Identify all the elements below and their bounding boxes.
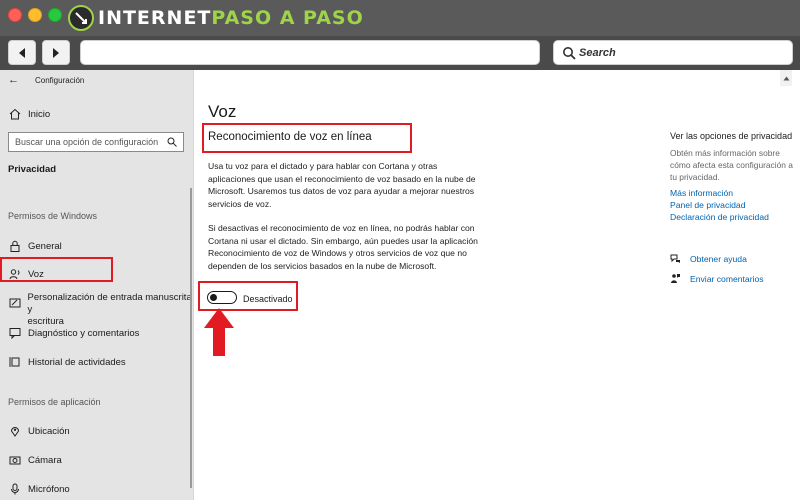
logo-text-pasoapaso: PASO A PASO	[211, 7, 364, 29]
lock-icon	[8, 239, 22, 253]
privacy-options-text: Obtén más información sobre cómo afecta …	[670, 148, 793, 182]
home-icon	[8, 107, 22, 121]
link-more-info[interactable]: Más información	[670, 188, 733, 198]
back-arrow-icon[interactable]: ←	[8, 74, 19, 86]
close-window-button[interactable]	[8, 8, 22, 22]
voz-highlight-box	[0, 257, 113, 282]
sidebar-item-general[interactable]: General	[8, 239, 62, 253]
sidebar-item-microphone[interactable]: Micrófono	[8, 482, 70, 496]
microphone-icon	[8, 482, 22, 496]
privacy-options-title: Ver las opciones de privacidad	[670, 131, 793, 141]
sidebar-category-title: Privacidad	[8, 164, 57, 175]
description-paragraph-2: Si desactivas el reconocimiento de voz e…	[208, 223, 478, 271]
browser-search-field[interactable]: Search	[553, 40, 793, 65]
sidebar-item-camera[interactable]: Cámara	[8, 453, 62, 467]
sidebar-item-label: Diagnóstico y comentarios	[28, 327, 140, 339]
red-arrow-up-icon	[204, 308, 234, 356]
logo-text-internet: INTERNET	[98, 7, 212, 29]
settings-search-placeholder: Buscar una opción de configuración	[15, 137, 159, 147]
app-title: Configuración	[35, 75, 85, 85]
scroll-up-button[interactable]	[780, 70, 792, 86]
timeline-icon	[8, 355, 22, 369]
sidebar-item-label: Inicio	[28, 108, 51, 120]
sidebar-item-inking[interactable]: Personalización de entrada manuscrita y …	[8, 292, 193, 328]
get-help-link[interactable]: Obtener ayuda	[670, 253, 747, 264]
description-paragraph-1: Usa tu voz para el dictado y para hablar…	[208, 161, 476, 209]
toggle-state-label: Desactivado	[243, 294, 293, 304]
minimize-window-button[interactable]	[28, 8, 42, 22]
site-logo: INTERNET PASO A PASO	[68, 5, 364, 31]
send-feedback-link[interactable]: Enviar comentarios	[670, 273, 764, 284]
feedback-icon	[8, 326, 22, 340]
back-button[interactable]	[8, 40, 36, 65]
sidebar-section-app: Permisos de aplicación	[8, 397, 101, 407]
sidebar-item-label: Cámara	[28, 454, 62, 466]
address-bar[interactable]	[80, 40, 540, 65]
sidebar-item-activity-history[interactable]: Historial de actividades	[8, 355, 126, 369]
sidebar-item-label: Ubicación	[28, 425, 70, 437]
toggle-knob	[210, 294, 217, 301]
browser-search-placeholder: Search	[579, 46, 616, 59]
search-icon	[167, 137, 177, 147]
settings-content: Voz Reconocimiento de voz en línea Usa t…	[194, 70, 800, 500]
sidebar-item-diagnostics[interactable]: Diagnóstico y comentarios	[8, 326, 139, 340]
camera-icon	[8, 453, 22, 467]
sidebar-item-home[interactable]: Inicio	[8, 107, 50, 121]
location-icon	[8, 424, 22, 438]
sidebar-scrollbar[interactable]	[190, 188, 192, 488]
logo-mark-icon	[68, 5, 94, 31]
settings-header: ← Configuración	[8, 74, 84, 86]
settings-window: ← Configuración Inicio Buscar una opción…	[0, 70, 800, 500]
link-privacy-dashboard[interactable]: Panel de privacidad	[670, 200, 746, 210]
feedback-person-icon	[671, 274, 680, 283]
sidebar-item-label: Personalización de entrada manuscrita y	[27, 292, 192, 315]
sidebar-item-label: Historial de actividades	[28, 356, 126, 368]
settings-sidebar: ← Configuración Inicio Buscar una opción…	[0, 70, 194, 500]
sidebar-item-label: Micrófono	[28, 483, 70, 495]
help-icon	[670, 254, 680, 263]
sidebar-item-label: General	[28, 240, 62, 252]
page-title: Voz	[208, 102, 237, 121]
search-icon	[563, 46, 576, 60]
chevron-up-icon	[783, 76, 789, 80]
get-help-label: Obtener ayuda	[690, 253, 747, 264]
pen-icon	[8, 296, 22, 310]
sidebar-section-windows: Permisos de Windows	[8, 211, 98, 221]
maximize-window-button[interactable]	[48, 8, 62, 22]
forward-button[interactable]	[42, 40, 70, 65]
forward-arrow-icon	[53, 47, 59, 58]
sidebar-item-location[interactable]: Ubicación	[8, 424, 70, 438]
browser-titlebar: INTERNET PASO A PASO	[0, 0, 800, 36]
browser-toolbar: Search	[0, 36, 800, 70]
link-privacy-statement[interactable]: Declaración de privacidad	[670, 212, 769, 222]
send-feedback-label: Enviar comentarios	[690, 273, 764, 284]
back-arrow-icon	[19, 47, 25, 58]
section-subtitle: Reconocimiento de voz en línea	[208, 131, 372, 143]
online-speech-toggle[interactable]	[207, 291, 237, 304]
settings-search-input[interactable]: Buscar una opción de configuración	[8, 132, 184, 152]
